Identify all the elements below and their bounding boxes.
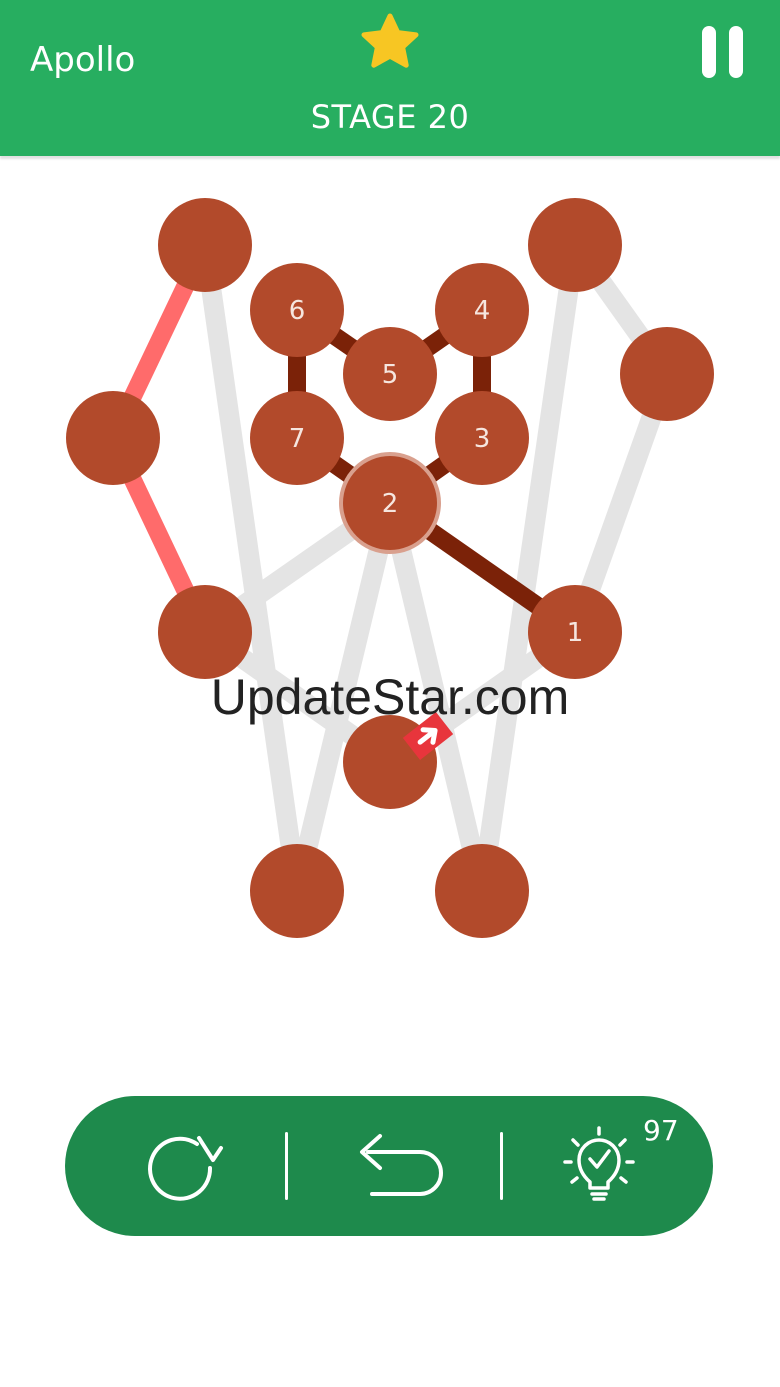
node-circle [158,585,252,679]
header-bar: Apollo STAGE 20 [0,0,780,156]
node-n2[interactable]: 2 [339,452,441,554]
node-n4[interactable]: 4 [435,263,529,357]
node-circle [620,327,714,421]
restart-icon [148,1136,223,1201]
node-label: 7 [289,424,306,454]
node-label: 5 [382,360,399,390]
node-tr[interactable] [528,198,622,292]
pause-button[interactable] [700,26,746,80]
node-br[interactable] [435,844,529,938]
node-circle [250,844,344,938]
node-l[interactable] [66,391,160,485]
node-label: 6 [289,296,306,326]
node-n6[interactable]: 6 [250,263,344,357]
node-label: 4 [474,296,491,326]
node-circle [435,844,529,938]
node-label: 1 [567,618,584,648]
node-n1[interactable]: 1 [528,585,622,679]
hint-button[interactable]: 97 [493,1096,707,1236]
node-n7[interactable]: 7 [250,391,344,485]
star-icon [361,13,419,68]
stage-label: STAGE 20 [310,98,470,136]
node-tl[interactable] [158,198,252,292]
hint-count: 97 [643,1114,679,1147]
node-n5[interactable]: 5 [343,327,437,421]
node-bl[interactable] [250,844,344,938]
watermark-text: UpdateStar.com [210,669,570,725]
node-r[interactable] [620,327,714,421]
node-circle [66,391,160,485]
node-circle [528,198,622,292]
undo-button[interactable] [282,1096,496,1236]
puzzle-board: 1 2 3 4 5 6 7 [66,198,714,938]
action-toolbar: 97 [65,1096,713,1236]
player-name: Apollo [30,40,136,80]
pause-icon [702,26,716,78]
node-n3[interactable]: 3 [435,391,529,485]
restart-button[interactable] [73,1096,287,1236]
undo-icon [360,1134,443,1196]
node-circle [158,198,252,292]
node-ml[interactable] [158,585,252,679]
node-label: 3 [474,424,491,454]
node-label: 2 [382,489,399,519]
